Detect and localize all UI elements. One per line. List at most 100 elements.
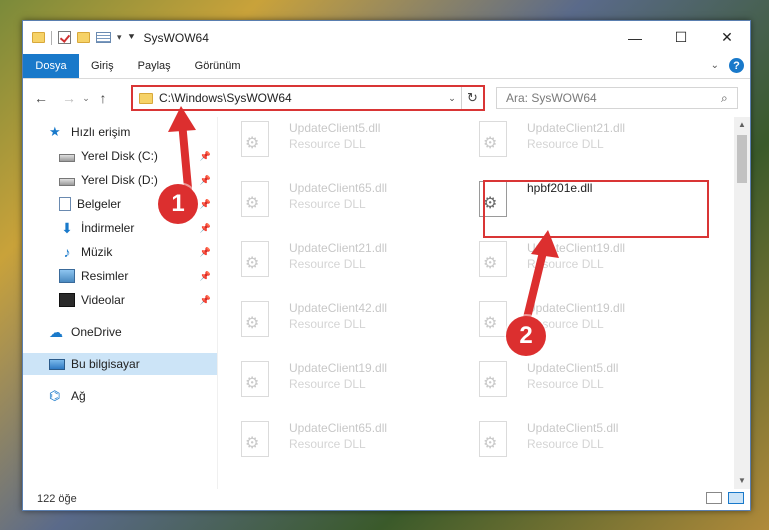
refresh-icon[interactable]: ↻	[461, 87, 483, 109]
nav-pictures[interactable]: Resimler 📌	[59, 265, 217, 287]
help-icon[interactable]: ?	[729, 58, 744, 73]
properties-icon[interactable]	[96, 32, 111, 43]
file-highlight-frame	[483, 180, 709, 238]
drive-icon	[59, 177, 75, 186]
dll-file-icon: ⚙	[241, 241, 275, 281]
nav-label: Yerel Disk (D:)	[81, 173, 158, 187]
nav-downloads[interactable]: ⬇ İndirmeler 📌	[59, 217, 217, 239]
expand-ribbon-icon[interactable]: ⌄	[711, 60, 719, 71]
file-item[interactable]: ⚙ UpdateClient21.dll Resource DLL	[219, 237, 449, 289]
scroll-up-icon[interactable]: ▲	[734, 117, 750, 133]
nav-drive-d[interactable]: Yerel Disk (D:) 📌	[59, 169, 217, 191]
details-view-icon[interactable]	[706, 492, 722, 504]
file-item[interactable]: ⚙ UpdateClient5.dll Resource DLL	[457, 417, 687, 469]
music-icon: ♪	[63, 244, 71, 260]
search-input[interactable]: Ara: SysWOW64	[506, 91, 721, 105]
annotation-badge-1: 1	[158, 184, 198, 224]
nav-quick-access[interactable]: ★ Hızlı erişim	[49, 121, 130, 143]
maximize-button[interactable]: ☐	[658, 21, 704, 54]
videos-icon	[59, 293, 75, 307]
navigation-pane: ★ Hızlı erişim Yerel Disk (C:) 📌 Yerel D…	[23, 117, 218, 489]
quick-access-toolbar: ▾ ⯆	[32, 30, 136, 45]
file-item[interactable]: ⚙ UpdateClient42.dll Resource DLL	[219, 297, 449, 349]
file-item[interactable]: ⚙ UpdateClient19.dll Resource DLL	[219, 357, 449, 409]
dll-file-icon: ⚙	[241, 361, 275, 401]
dll-file-icon: ⚙	[241, 181, 275, 221]
file-name: UpdateClient5.dll	[289, 121, 381, 135]
nav-videos[interactable]: Videolar 📌	[59, 289, 217, 311]
back-arrow-icon[interactable]: ←	[31, 90, 51, 106]
chevron-down-icon[interactable]: ▾	[117, 32, 122, 43]
download-icon: ⬇	[61, 220, 73, 236]
pin-icon[interactable]: 📌	[200, 295, 211, 306]
folder-icon	[139, 92, 153, 104]
nav-label: Hızlı erişim	[71, 125, 131, 139]
tiles-view-icon[interactable]	[728, 492, 744, 504]
cloud-icon: ☁	[49, 324, 63, 340]
file-name: UpdateClient5.dll	[527, 421, 619, 435]
file-name: UpdateClient19.dll	[527, 241, 626, 255]
address-path[interactable]: C:\Windows\SysWOW64	[159, 91, 443, 105]
file-name: UpdateClient21.dll	[289, 241, 388, 255]
nav-drive-c[interactable]: Yerel Disk (C:) 📌	[59, 145, 217, 167]
nav-onedrive[interactable]: ☁ OneDrive	[49, 321, 122, 343]
file-name: UpdateClient65.dll	[289, 421, 388, 435]
nav-this-pc[interactable]: Bu bilgisayar	[23, 353, 217, 375]
tab-share[interactable]: Paylaş	[126, 54, 183, 78]
folder-icon[interactable]	[32, 32, 45, 43]
tab-home[interactable]: Giriş	[79, 54, 126, 78]
new-folder-icon[interactable]	[77, 32, 90, 43]
search-icon[interactable]: ⌕	[721, 91, 737, 106]
file-name: UpdateClient19.dll	[289, 361, 388, 375]
tab-view[interactable]: Görünüm	[183, 54, 253, 78]
properties-check-icon[interactable]	[58, 31, 71, 44]
dll-file-icon: ⚙	[241, 421, 275, 461]
file-type: Resource DLL	[527, 377, 604, 391]
file-type: Resource DLL	[527, 257, 604, 271]
nav-label: Resimler	[81, 269, 129, 283]
nav-label: Müzik	[81, 245, 113, 259]
up-arrow-icon[interactable]: ↑	[93, 90, 113, 106]
nav-label: Yerel Disk (C:)	[81, 149, 158, 163]
address-bar[interactable]: C:\Windows\SysWOW64 ⌄ ↻	[131, 85, 485, 111]
file-type: Resource DLL	[527, 437, 604, 451]
close-button[interactable]: ✕	[704, 21, 750, 54]
nav-label: OneDrive	[71, 325, 122, 339]
pin-icon[interactable]: 📌	[200, 151, 211, 162]
nav-music[interactable]: ♪ Müzik 📌	[59, 241, 217, 263]
search-box[interactable]: Ara: SysWOW64 ⌕	[496, 87, 738, 109]
pin-icon[interactable]: 📌	[200, 223, 211, 234]
pin-icon[interactable]: 📌	[200, 199, 211, 210]
file-list: ⚙ UpdateClient5.dll Resource DLL ⚙ Update…	[219, 117, 734, 489]
pin-icon[interactable]: 📌	[200, 271, 211, 282]
file-item[interactable]: ⚙ UpdateClient21.dll Resource DLL	[457, 117, 687, 169]
item-count: 122 öğe	[37, 492, 77, 505]
dll-file-icon: ⚙	[479, 121, 513, 161]
nav-label: Belgeler	[77, 197, 122, 211]
vertical-scrollbar[interactable]: ▲ ▼	[734, 117, 750, 489]
tab-file[interactable]: Dosya	[23, 54, 79, 78]
file-item[interactable]: ⚙ UpdateClient5.dll Resource DLL	[219, 117, 449, 169]
pin-icon[interactable]: 📌	[200, 175, 211, 186]
annotation-badge-2: 2	[506, 316, 546, 356]
minimize-button[interactable]: —	[612, 21, 658, 54]
file-item[interactable]: ⚙ UpdateClient19.dll Resource DLL	[457, 297, 687, 349]
file-type: Resource DLL	[289, 437, 366, 451]
chevron-down-icon[interactable]: ⌄	[443, 93, 461, 104]
explorer-window: ▾ ⯆ SysWOW64 — ☐ ✕ Dosya Giriş Paylaş Gö…	[22, 20, 751, 511]
forward-arrow-icon[interactable]: →	[59, 90, 79, 106]
recent-locations-icon[interactable]: ⌄	[79, 93, 93, 104]
file-item[interactable]: ⚙ UpdateClient19.dll Resource DLL	[457, 237, 687, 289]
file-item[interactable]: ⚙ UpdateClient65.dll Resource DLL	[219, 177, 449, 229]
address-row: ← → ⌄ ↑ C:\Windows\SysWOW64 ⌄ ↻ Ara: Sys…	[23, 79, 750, 117]
pin-icon[interactable]: 📌	[200, 247, 211, 258]
file-name: UpdateClient65.dll	[289, 181, 388, 195]
nav-network[interactable]: ⌬ Ağ	[49, 385, 86, 407]
file-item[interactable]: ⚙ UpdateClient5.dll Resource DLL	[457, 357, 687, 409]
customize-toolbar-icon[interactable]: ⯆	[128, 32, 136, 43]
file-name: UpdateClient42.dll	[289, 301, 388, 315]
network-icon: ⌬	[49, 388, 61, 403]
file-item[interactable]: ⚙ UpdateClient65.dll Resource DLL	[219, 417, 449, 469]
nav-label: Videolar	[81, 293, 125, 307]
scrollbar-thumb[interactable]	[737, 135, 747, 183]
